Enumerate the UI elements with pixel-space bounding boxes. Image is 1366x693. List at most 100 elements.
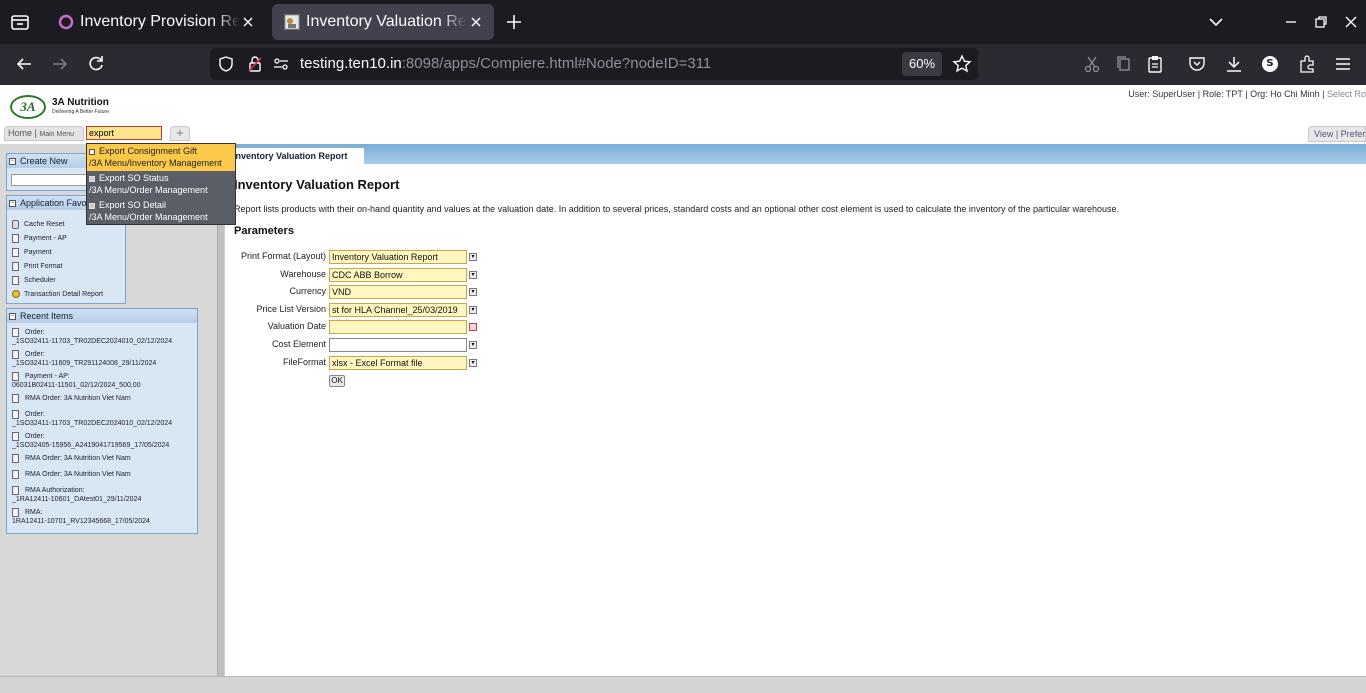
url-host: testing.ten10.in [300,55,402,72]
zoom-indicator[interactable]: 60% [902,52,942,76]
warehouse-field[interactable]: CDC ABB Borrow [329,268,467,282]
close-window-icon[interactable] [1341,12,1361,32]
user-info: User: SuperUser | Role: TPT | Org: Ho Ch… [1128,89,1366,99]
recent-item[interactable]: Order: _1SO32411-11703_TR02DEC2024010_02/… [7,326,197,348]
reload-icon[interactable] [86,54,106,74]
menu-node-icon [89,202,95,209]
search-result-export-so-detail[interactable]: Export SO Detail /3A Menu/Order Manageme… [87,198,235,225]
hamburger-menu-icon[interactable] [1333,54,1353,74]
bookmark-star-icon[interactable] [952,54,972,74]
extensions-icon[interactable] [1297,54,1317,74]
browser-tab-bar: Inventory Provision Report Inventory Val… [0,0,1366,44]
search-result-export-so-status[interactable]: Export SO Status /3A Menu/Order Manageme… [87,171,235,198]
create-new-select[interactable] [11,174,91,186]
back-arrow-icon[interactable] [14,54,34,74]
view-preferences-tab[interactable]: View | Prefer [1308,126,1366,142]
ok-button[interactable]: OK [329,375,345,387]
recent-items-header[interactable]: − Recent Items [7,309,197,323]
report-description: Report lists products with their on-hand… [234,204,1120,214]
lock-icon[interactable] [246,55,264,73]
close-tab-icon[interactable] [240,14,256,30]
dropdown-arrow-icon[interactable]: ▾ [469,253,477,261]
valuation-date-field[interactable] [329,320,467,334]
main-menu-link[interactable]: Main Menu [39,131,74,138]
shield-icon[interactable] [217,55,235,73]
home-link[interactable]: Home | [8,128,37,138]
cost-element-field[interactable] [329,338,467,352]
url-text: testing.ten10.in:8098/apps/Compiere.html… [300,55,711,72]
home-menu-tab[interactable]: Home | Main Menu [4,126,84,141]
tab-favicon-icon [58,14,74,30]
recent-item[interactable]: RMA Order: 3A Nutrition Viet Nam [7,452,197,468]
file-format-field[interactable]: xlsx - Excel Format file [329,356,467,370]
window-icon [12,234,19,243]
collapse-icon[interactable]: − [9,313,16,321]
paste-icon[interactable] [1145,54,1165,74]
add-tab-button[interactable]: + [170,126,190,141]
search-result-path: /3A Menu/Inventory Management [89,158,222,168]
param-file-format: FileFormat xlsx - Excel Format file ▾ [228,356,488,370]
tab-title: Inventory Valuation Report [306,13,466,30]
recent-item[interactable]: Order: _1SO32405-15956_A2419041719569_17/… [7,430,197,452]
browser-tab-provision[interactable]: Inventory Provision Report [46,4,266,40]
recent-item[interactable]: Order: _1SO32411-11609_TR291124008_29/11/… [7,348,197,370]
dropdown-arrow-icon[interactable]: ▾ [469,359,477,367]
dropdown-arrow-icon[interactable]: ▾ [469,288,477,296]
recent-items-box: − Recent Items Order: _1SO32411-11703_TR02… [6,308,198,534]
new-tab-icon[interactable] [504,12,524,32]
page-bottom-bar [0,676,1366,693]
favorite-item-payment[interactable]: Payment [7,246,125,260]
param-label: Currency [289,286,326,296]
download-icon[interactable] [1224,54,1244,74]
pocket-icon[interactable] [1187,54,1207,74]
calendar-icon[interactable] [469,323,477,331]
window-icon [12,350,19,359]
favorite-item-scheduler[interactable]: Scheduler [7,274,125,288]
report-tab[interactable]: Inventory Valuation Report [230,148,364,164]
search-result-export-consignment-gift[interactable]: Export Consignment Gift /3A Menu/Invento… [87,144,235,171]
copy-icon[interactable] [1114,54,1134,74]
account-avatar[interactable]: S [1262,56,1278,72]
tab-list-chevron-icon[interactable] [1206,12,1226,32]
currency-field[interactable]: VND [329,285,467,299]
param-label: Print Format (Layout) [240,251,326,261]
recent-items-list: Order: _1SO32411-11703_TR02DEC2024010_02/… [7,323,197,528]
recent-item[interactable]: Order: _1SO32411-11703_TR02DEC2024010_02/… [7,408,197,430]
recent-item-doc: 06031B02411-11501_02/12/2024_500,00 [12,382,141,389]
favorite-item-print-format[interactable]: Print Format [7,260,125,274]
minimize-icon[interactable] [1281,12,1301,32]
tab-overview-icon[interactable] [8,10,32,34]
brand-logo: 3A [10,95,46,119]
url-bar[interactable]: testing.ten10.in:8098/apps/Compiere.html… [210,48,978,80]
dropdown-arrow-icon[interactable]: ▾ [469,341,477,349]
web-page: 3A 3A Nutrition Delivering A Better Futu… [0,85,1366,693]
window-icon [12,328,19,337]
recent-item[interactable]: RMA Order: 3A Nutrition Viet Nam [7,468,197,484]
recent-item[interactable]: Payment - AP: 06031B02411-11501_02/12/202… [7,370,197,392]
param-label: Price List Version [256,304,326,314]
recent-item-doc: _1RA12411-10601_DAtest01_29/11/2024 [12,496,142,503]
browser-tab-valuation[interactable]: Inventory Valuation Report [272,4,494,40]
collapse-icon[interactable]: − [9,158,16,166]
recent-item-type: RMA Authorization: [25,487,85,494]
collapse-icon[interactable]: − [9,200,16,208]
recent-item[interactable]: RMA: 1RA12411-10701_RV12345668_17/05/2024 [7,506,197,528]
permissions-icon[interactable] [272,55,290,73]
recent-item[interactable]: RMA Authorization: _1RA12411-10601_DAtest… [7,484,197,506]
cut-icon[interactable] [1082,54,1102,74]
dropdown-arrow-icon[interactable]: ▾ [469,271,477,279]
forward-arrow-icon[interactable] [50,54,70,74]
restore-icon[interactable] [1311,12,1331,32]
dropdown-arrow-icon[interactable]: ▾ [469,306,477,314]
price-list-version-field[interactable]: st for HLA Channel_25/03/2019 [329,303,467,317]
menu-node-icon [89,148,95,155]
select-role-link[interactable]: Select Ro [1327,89,1366,99]
recent-item-doc: _1SO32405-15956_A2419041719569_17/05/202… [12,442,170,449]
user-info-text: User: SuperUser | Role: TPT | Org: Ho Ch… [1128,89,1325,99]
favorite-item-payment-ap[interactable]: Payment - AP [7,232,125,246]
favorite-item-transaction-detail[interactable]: Transaction Detail Report [7,288,125,302]
close-tab-icon[interactable] [468,14,484,30]
print-format-field[interactable]: Inventory Valuation Report [329,250,467,264]
recent-item[interactable]: RMA Order: 3A Nutrition Viet Nam [7,392,197,408]
menu-search-input[interactable]: export [86,126,162,140]
